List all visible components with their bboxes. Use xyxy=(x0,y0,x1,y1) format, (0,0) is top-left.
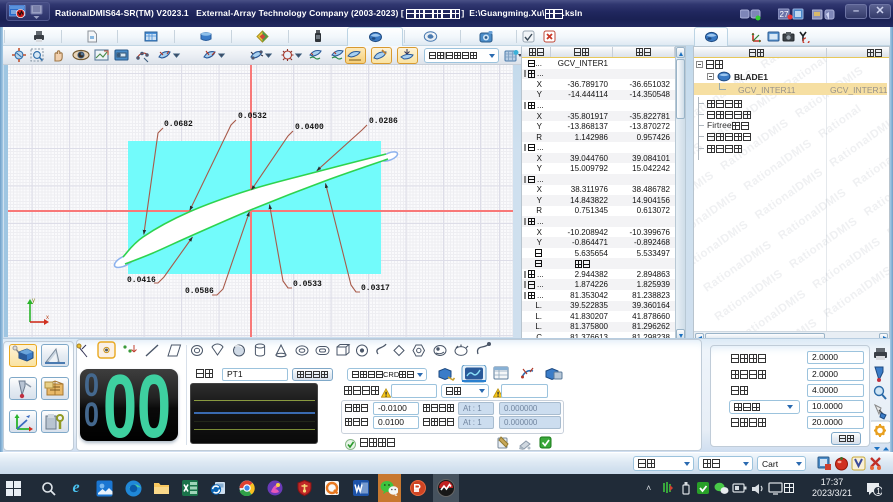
svg-text:x: x xyxy=(46,315,49,321)
svg-text:27: 27 xyxy=(780,10,789,19)
svg-text:1: 1 xyxy=(876,487,881,496)
svg-text:y: y xyxy=(32,298,35,304)
